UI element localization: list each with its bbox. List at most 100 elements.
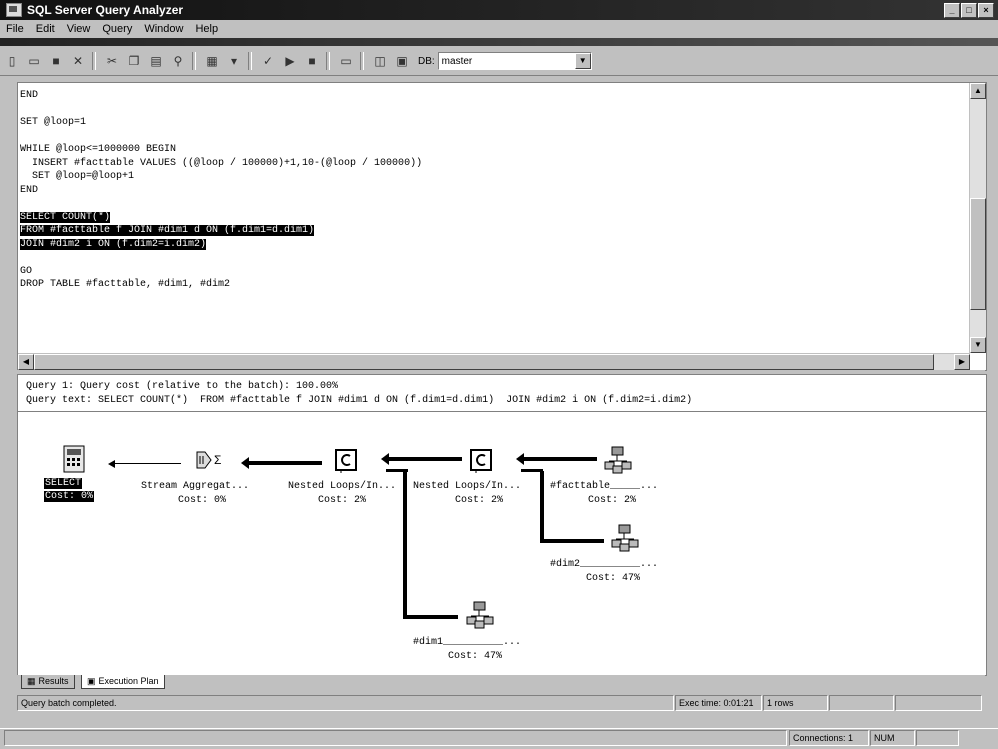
window-controls: _ □ × <box>944 3 994 18</box>
arrow-left-icon <box>241 457 249 469</box>
new-query-icon[interactable]: ▯ <box>2 51 22 71</box>
code-line[interactable]: GO <box>20 265 422 279</box>
table-scan-icon[interactable] <box>465 600 495 630</box>
clear-window-icon[interactable]: ✕ <box>68 51 88 71</box>
maximize-button[interactable]: □ <box>961 3 977 18</box>
scroll-up-icon[interactable]: ▲ <box>970 83 986 99</box>
select-node-label[interactable]: SELECT <box>44 478 83 489</box>
code-line[interactable]: SET @loop=@loop+1 <box>20 170 422 184</box>
toolbar-separator <box>248 52 252 70</box>
child-window-title-bar <box>0 38 998 46</box>
code-line[interactable]: END <box>20 89 422 103</box>
nested-loops-2-label[interactable]: Nested Loops/In... <box>413 481 521 492</box>
table-scan-icon[interactable] <box>603 445 633 475</box>
save-icon[interactable]: ■ <box>46 51 66 71</box>
toolbar-separator <box>360 52 364 70</box>
status-message: Query batch completed. <box>17 695 674 711</box>
dim1-label[interactable]: #dim1__________... <box>413 637 521 648</box>
code-line[interactable] <box>20 197 422 211</box>
options-icon[interactable]: ▣ <box>392 51 412 71</box>
window-title: SQL Server Query Analyzer <box>27 3 184 17</box>
plan-edge <box>521 457 597 461</box>
dropdown-arrow-icon[interactable]: ▾ <box>224 51 244 71</box>
toolbar: ▯ ▭ ■ ✕ ✂ ❐ ▤ ⚲ ▦ ▾ ✓ ▶ ■ ▭ ◫ ▣ DB: mast… <box>0 47 998 76</box>
open-file-icon[interactable]: ▭ <box>24 51 44 71</box>
status-cell-empty <box>916 730 959 746</box>
object-browser-icon[interactable]: ◫ <box>370 51 390 71</box>
facttable-label[interactable]: #facttable_____... <box>550 481 658 492</box>
scroll-thumb[interactable] <box>34 354 934 370</box>
execute-query-icon[interactable]: ▶ <box>280 51 300 71</box>
query-status-bar: Query batch completed. Exec time: 0:01:2… <box>17 694 985 712</box>
scroll-down-icon[interactable]: ▼ <box>970 337 986 353</box>
select-icon[interactable] <box>63 445 85 473</box>
database-select[interactable]: master ▼ <box>437 52 592 70</box>
menu-file[interactable]: File <box>0 23 30 35</box>
num-lock-indicator: NUM <box>870 730 915 746</box>
nested-loops-2-cost: Cost: 2% <box>455 495 504 506</box>
code-line[interactable] <box>20 130 422 144</box>
arrow-left-icon <box>516 453 524 465</box>
code-line[interactable]: END <box>20 184 422 198</box>
code-line[interactable]: JOIN #dim2 i ON (f.dim2=i.dim2) <box>20 238 422 252</box>
code-line[interactable]: INSERT #facttable VALUES ((@loop / 10000… <box>20 157 422 171</box>
dim1-cost: Cost: 47% <box>448 651 503 662</box>
app-status-bar: Connections: 1 NUM <box>0 728 998 749</box>
stream-aggregate-label[interactable]: Stream Aggregat... <box>141 481 249 492</box>
code-line[interactable]: WHILE @loop<=1000000 BEGIN <box>20 143 422 157</box>
facttable-cost: Cost: 2% <box>588 495 637 506</box>
cut-icon[interactable]: ✂ <box>102 51 122 71</box>
menu-window[interactable]: Window <box>138 23 189 35</box>
divider <box>18 411 986 412</box>
exec-time: Exec time: 0:01:21 <box>675 695 762 711</box>
display-plan-icon[interactable]: ▭ <box>336 51 356 71</box>
stream-aggregate-icon[interactable]: Σ <box>195 448 229 472</box>
nested-loops-icon[interactable] <box>333 447 359 473</box>
menu-edit[interactable]: Edit <box>30 23 61 35</box>
selected-text[interactable]: SELECT COUNT(*) <box>20 211 111 223</box>
row-count: 1 rows <box>763 695 828 711</box>
vertical-scrollbar[interactable]: ▲ ▼ <box>969 83 986 353</box>
menu-query[interactable]: Query <box>96 23 138 35</box>
execute-mode-icon[interactable]: ▦ <box>202 51 222 71</box>
plan-edge <box>403 615 458 619</box>
minimize-button[interactable]: _ <box>944 3 960 18</box>
nested-loops-1-label[interactable]: Nested Loops/In... <box>288 481 396 492</box>
nested-loops-1-cost: Cost: 2% <box>318 495 367 506</box>
paste-icon[interactable]: ▤ <box>146 51 166 71</box>
scroll-left-icon[interactable]: ◀ <box>18 354 34 370</box>
svg-text:Σ: Σ <box>214 453 221 467</box>
close-button[interactable]: × <box>978 3 994 18</box>
find-icon[interactable]: ⚲ <box>168 51 188 71</box>
chevron-down-icon[interactable]: ▼ <box>574 53 591 69</box>
query-text[interactable]: END SET @loop=1 WHILE @loop<=1000000 BEG… <box>20 89 422 292</box>
app-icon <box>6 3 22 17</box>
code-line[interactable]: FROM #facttable f JOIN #dim1 d ON (f.dim… <box>20 224 422 238</box>
scroll-right-icon[interactable]: ▶ <box>954 354 970 370</box>
query-editor[interactable]: END SET @loop=1 WHILE @loop<=1000000 BEG… <box>17 82 987 371</box>
tab-execution-plan[interactable]: ▣ Execution Plan <box>81 675 165 689</box>
scroll-thumb[interactable] <box>970 198 986 310</box>
parse-query-icon[interactable]: ✓ <box>258 51 278 71</box>
code-line[interactable] <box>20 103 422 117</box>
selected-text[interactable]: JOIN #dim2 i ON (f.dim2=i.dim2) <box>20 238 207 250</box>
plan-edge <box>540 539 604 543</box>
dim2-label[interactable]: #dim2__________... <box>550 559 658 570</box>
query-cost-header: Query 1: Query cost (relative to the bat… <box>26 381 339 392</box>
cancel-query-icon[interactable]: ■ <box>302 51 322 71</box>
code-line[interactable]: DROP TABLE #facttable, #dim1, #dim2 <box>20 278 422 292</box>
copy-icon[interactable]: ❐ <box>124 51 144 71</box>
selected-text[interactable]: FROM #facttable f JOIN #dim1 d ON (f.dim… <box>20 225 315 236</box>
code-line[interactable]: SET @loop=1 <box>20 116 422 130</box>
horizontal-scrollbar[interactable]: ◀ ▶ <box>18 353 970 370</box>
code-line[interactable]: SELECT COUNT(*) <box>20 211 422 225</box>
menu-help[interactable]: Help <box>189 23 224 35</box>
table-scan-icon[interactable] <box>610 523 640 553</box>
results-tab-strip: ▦ Results ▣ Execution Plan <box>17 675 985 691</box>
menu-view[interactable]: View <box>61 23 97 35</box>
tab-results[interactable]: ▦ Results <box>21 675 75 689</box>
status-cell-empty <box>829 695 894 711</box>
menu-bar: File Edit View Query Window Help <box>0 20 998 38</box>
nested-loops-icon[interactable] <box>468 447 494 473</box>
code-line[interactable] <box>20 251 422 265</box>
